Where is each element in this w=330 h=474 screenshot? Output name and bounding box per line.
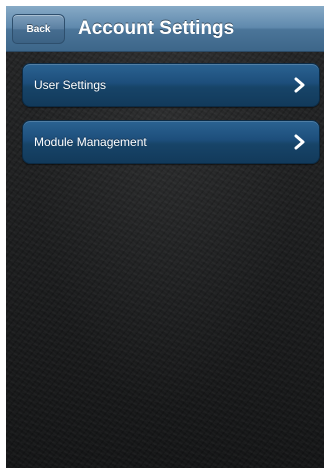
chevron-right-icon	[294, 134, 305, 150]
page-title: Account Settings	[78, 18, 235, 39]
navigation-bar: Back Account Settings	[6, 6, 324, 52]
back-button-label: Back	[26, 23, 51, 35]
user-settings-row[interactable]: User Settings	[22, 63, 320, 107]
app-screen: Back Account Settings User Settings Modu…	[6, 6, 324, 468]
module-management-label: Module Management	[34, 135, 147, 149]
user-settings-label: User Settings	[34, 78, 107, 92]
chevron-right-icon	[294, 77, 305, 93]
back-button[interactable]: Back	[12, 14, 65, 44]
module-management-row[interactable]: Module Management	[22, 120, 320, 164]
